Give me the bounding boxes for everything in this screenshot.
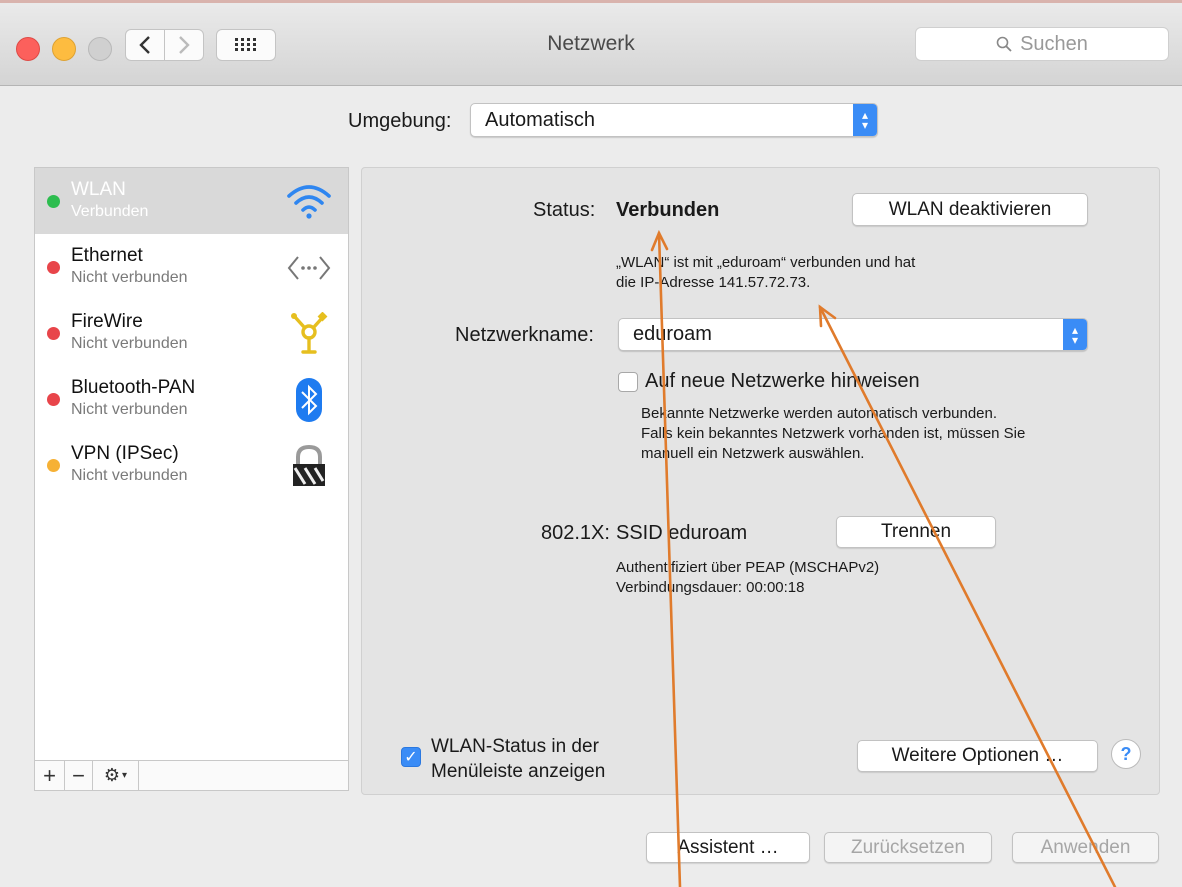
status-dot xyxy=(47,327,60,340)
dot1x-label: 802.1X: xyxy=(541,522,610,544)
revert-button[interactable]: Zurücksetzen xyxy=(824,832,992,863)
search-icon xyxy=(996,36,1012,52)
auth-method-line: Authentifiziert über PEAP (MSCHAPv2) xyxy=(616,559,880,576)
gear-icon: ⚙ xyxy=(103,765,121,785)
service-item-bluetooth-pan[interactable]: Bluetooth-PAN Nicht verbunden xyxy=(35,366,348,432)
status-value: Verbunden xyxy=(616,199,720,221)
status-description-line1: „WLAN“ ist mit „eduroam“ verbunden und h… xyxy=(616,254,916,271)
remove-service-button[interactable]: − xyxy=(65,761,93,790)
bluetooth-icon xyxy=(285,378,333,422)
menubar-status-checkbox[interactable]: ✓ xyxy=(401,747,421,767)
service-name: VPN (IPSec) xyxy=(71,443,179,464)
menubar-status-label-line1: WLAN-Status in der xyxy=(431,736,599,757)
search-field[interactable]: Suchen xyxy=(915,27,1169,61)
service-item-vpn[interactable]: VPN (IPSec) Nicht verbunden xyxy=(35,432,348,498)
service-name: WLAN xyxy=(71,179,126,200)
search-placeholder: Suchen xyxy=(1020,32,1088,55)
service-status: Nicht verbunden xyxy=(71,269,188,286)
status-description-line2: die IP-Adresse 141.57.72.73. xyxy=(616,274,811,291)
status-dot xyxy=(47,261,60,274)
service-name: Ethernet xyxy=(71,245,143,266)
ask-join-checkbox[interactable] xyxy=(618,372,638,392)
network-name-popup[interactable]: eduroam ▴ ▾ xyxy=(618,318,1088,351)
service-list: WLAN Verbunden Ethernet Nicht verbunden … xyxy=(34,167,349,791)
service-item-ethernet[interactable]: Ethernet Nicht verbunden xyxy=(35,234,348,300)
add-service-button[interactable]: + xyxy=(35,761,65,790)
window-titlebar: Netzwerk Suchen xyxy=(0,0,1182,86)
assistant-button[interactable]: Assistent … xyxy=(646,832,810,863)
service-list-toolbar: + − ⚙ ▾ xyxy=(35,760,348,790)
connection-duration-line: Verbindungsdauer: 00:00:18 xyxy=(616,579,805,596)
status-dot xyxy=(47,393,60,406)
status-dot xyxy=(47,195,60,208)
location-popup[interactable]: Automatisch ▴ ▾ xyxy=(470,103,878,137)
service-status: Nicht verbunden xyxy=(71,401,188,418)
ask-join-description-line2: Falls kein bekanntes Netzwerk vorhanden … xyxy=(641,425,1026,442)
popup-stepper-icon: ▴ ▾ xyxy=(1063,319,1087,350)
network-name-label: Netzwerkname: xyxy=(455,324,594,346)
menubar-status-label-line2: Menüleiste anzeigen xyxy=(431,761,606,782)
ask-join-label: Auf neue Netzwerke hinweisen xyxy=(645,370,920,392)
location-value: Automatisch xyxy=(485,108,596,131)
service-item-wlan[interactable]: WLAN Verbunden xyxy=(35,168,348,234)
network-name-value: eduroam xyxy=(633,323,712,345)
checkmark-icon: ✓ xyxy=(404,749,418,766)
wlan-toggle-button[interactable]: WLAN deaktivieren xyxy=(852,193,1088,226)
dot1x-value: SSID eduroam xyxy=(616,522,748,544)
service-item-firewire[interactable]: FireWire Nicht verbunden xyxy=(35,300,348,366)
advanced-options-button[interactable]: Weitere Optionen … xyxy=(857,740,1098,772)
titlebar-accent-line xyxy=(0,0,1182,3)
ethernet-icon xyxy=(285,246,333,290)
service-name: Bluetooth-PAN xyxy=(71,377,196,398)
status-dot xyxy=(47,459,60,472)
service-name: FireWire xyxy=(71,311,143,332)
location-label: Umgebung: xyxy=(348,110,452,132)
popup-stepper-icon: ▴ ▾ xyxy=(853,104,877,136)
service-status: Nicht verbunden xyxy=(71,467,188,484)
service-status: Nicht verbunden xyxy=(71,335,188,352)
help-button[interactable]: ? xyxy=(1111,739,1141,769)
wifi-icon xyxy=(285,180,333,224)
disconnect-button[interactable]: Trennen xyxy=(836,516,996,548)
chevron-down-icon: ▾ xyxy=(122,770,128,781)
action-menu-button[interactable]: ⚙ ▾ xyxy=(93,761,139,790)
apply-button[interactable]: Anwenden xyxy=(1012,832,1159,863)
firewire-icon xyxy=(285,312,333,356)
ask-join-description-line1: Bekannte Netzwerke werden automatisch ve… xyxy=(641,405,998,422)
service-status: Verbunden xyxy=(71,203,149,220)
lock-icon xyxy=(285,444,333,488)
ask-join-description-line3: manuell ein Netzwerk auswählen. xyxy=(641,445,865,462)
status-label: Status: xyxy=(533,199,596,221)
